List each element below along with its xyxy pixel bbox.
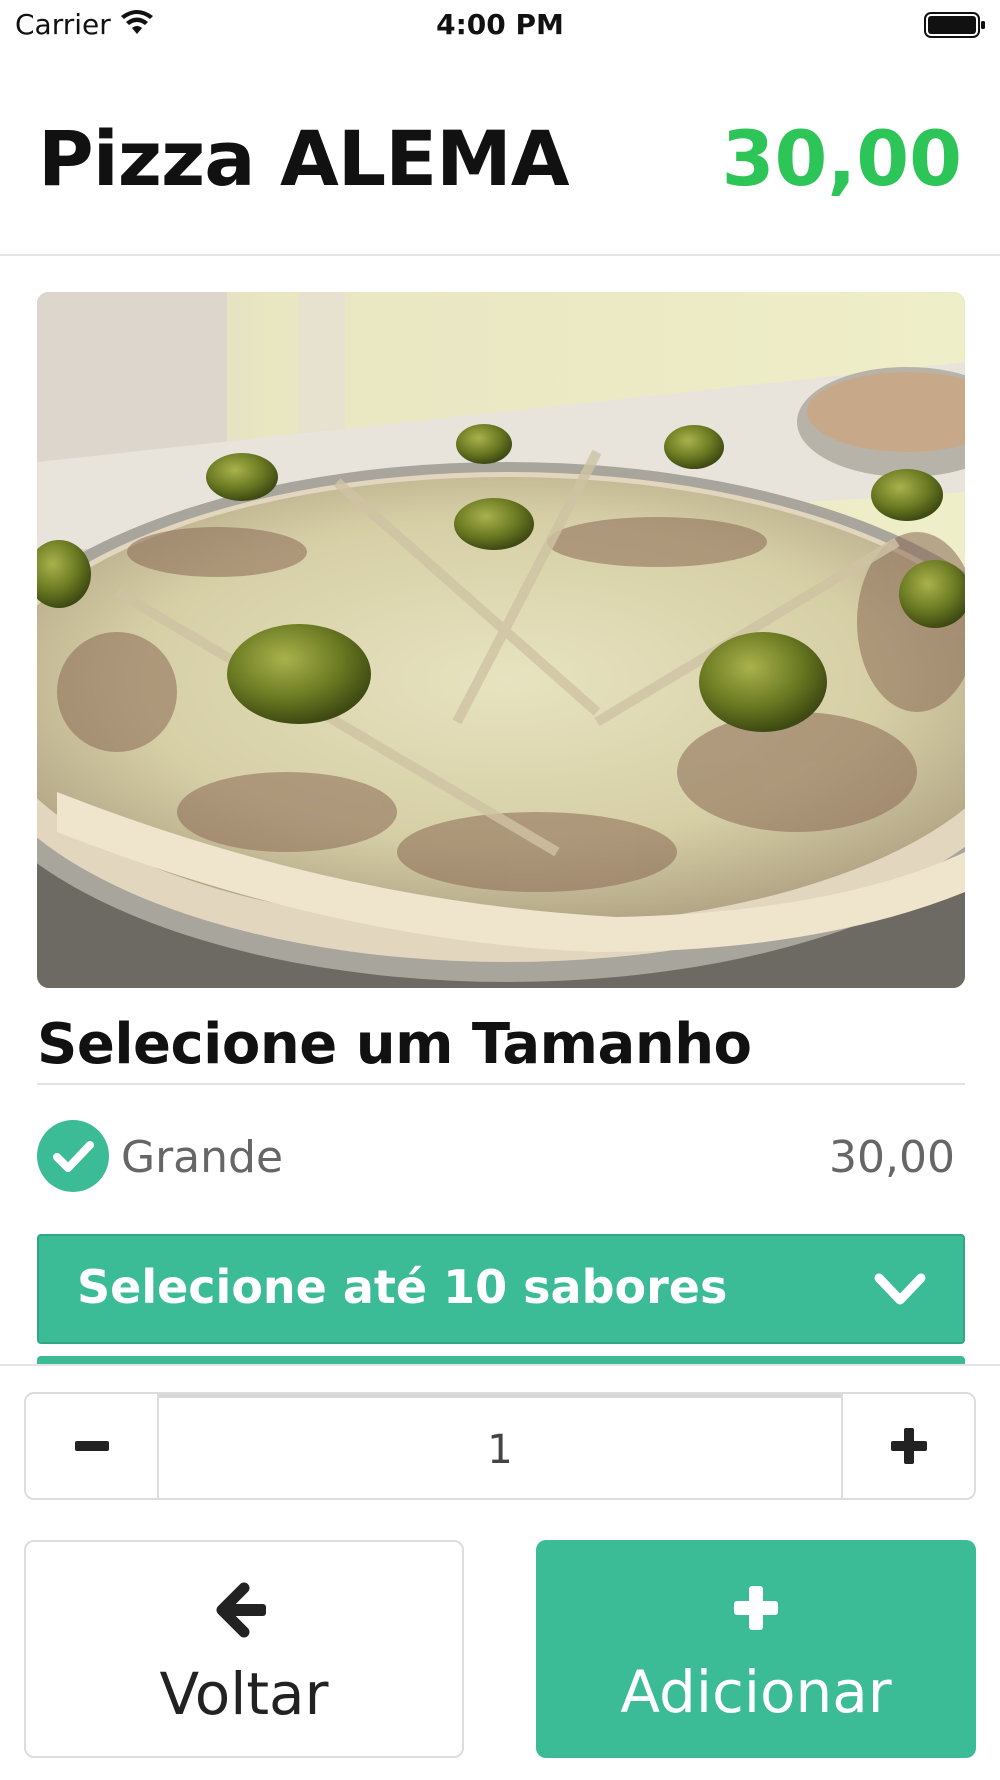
size-option-grande[interactable]: Grande 30,00 (37, 1120, 965, 1194)
increment-button[interactable] (841, 1394, 974, 1498)
product-price: 30,00 (721, 114, 962, 203)
status-bar: Carrier 4:00 PM (0, 0, 1000, 52)
clock: 4:00 PM (436, 8, 564, 41)
battery-icon (924, 12, 985, 38)
add-button-label: Adicionar (620, 1658, 892, 1726)
size-option-label: Grande (121, 1132, 284, 1183)
section-divider (37, 1083, 965, 1085)
minus-icon (74, 1441, 109, 1451)
back-button-label: Voltar (159, 1660, 329, 1728)
flavors-accordion-header[interactable]: Selecione até 10 sabores (37, 1234, 965, 1344)
add-to-cart-button[interactable]: Adicionar (536, 1540, 976, 1758)
check-circle-icon (37, 1120, 109, 1192)
quantity-value[interactable]: 1 (159, 1394, 841, 1498)
product-image (37, 292, 965, 988)
decrement-button[interactable] (26, 1394, 159, 1498)
back-button[interactable]: Voltar (24, 1540, 464, 1758)
product-title: Pizza ALEMA (38, 114, 570, 203)
footer-bar: 1 Voltar Adicionar (0, 1364, 1000, 1780)
arrow-left-icon (216, 1582, 266, 1638)
plus-icon (890, 1428, 927, 1464)
next-panel-edge (37, 1356, 965, 1364)
plus-icon (734, 1586, 778, 1630)
chevron-down-icon (874, 1273, 926, 1305)
size-option-price: 30,00 (829, 1132, 955, 1183)
product-header: Pizza ALEMA 30,00 (0, 52, 1000, 256)
flavors-label: Selecione até 10 sabores (77, 1260, 728, 1314)
size-section-title: Selecione um Tamanho (37, 1012, 752, 1077)
quantity-stepper: 1 (24, 1392, 976, 1500)
